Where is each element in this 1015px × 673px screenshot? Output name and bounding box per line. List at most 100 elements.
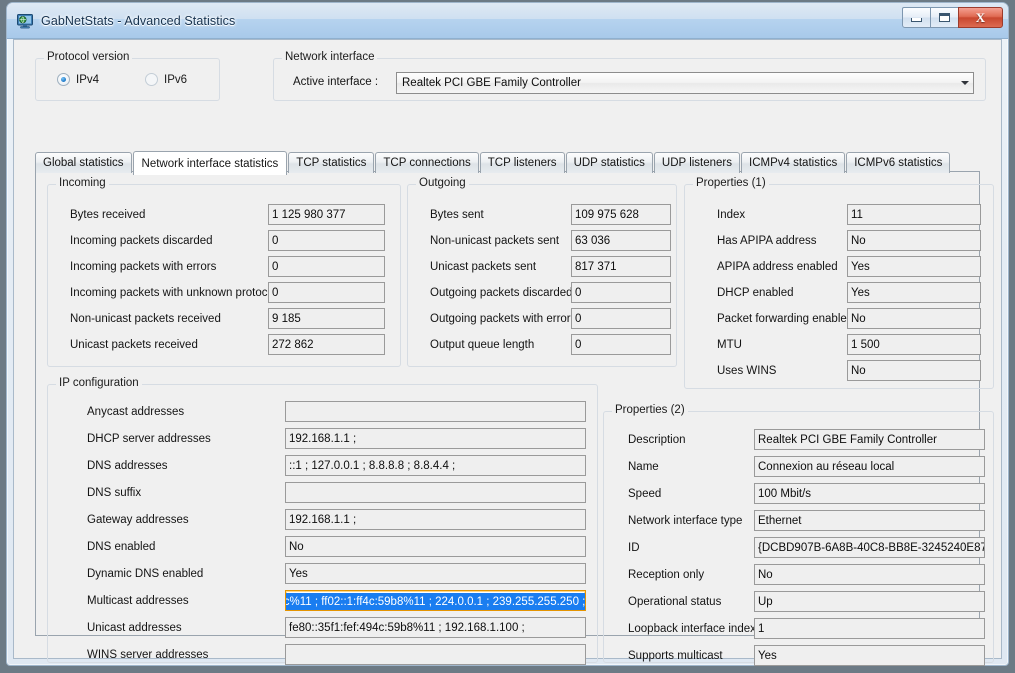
properties1-value-0[interactable]: 11 bbox=[847, 204, 981, 225]
ipconfig-value-dynamic-dns-enabled[interactable]: Yes bbox=[285, 563, 586, 584]
properties2-label-7: Loopback interface index bbox=[628, 623, 756, 635]
properties1-group: Properties (1) Index 11 Has APIPA addres… bbox=[684, 177, 994, 389]
properties2-value-loopback-interface-index[interactable]: 1 bbox=[754, 618, 985, 639]
properties1-legend: Properties (1) bbox=[693, 177, 769, 189]
properties2-value-name[interactable]: Connexion au réseau local bbox=[754, 456, 985, 477]
properties2-value-description[interactable]: Realtek PCI GBE Family Controller bbox=[754, 429, 985, 450]
ip-configuration-group: IP configuration Anycast addresses DHCP … bbox=[47, 377, 598, 665]
selected-text: 2::c%11 ; ff02::1:ff4c:59b8%11 ; 224.0.0… bbox=[286, 593, 585, 610]
properties2-label-1: Name bbox=[628, 461, 659, 473]
ip-configuration-legend: IP configuration bbox=[56, 377, 142, 389]
tab-page-network-interface-statistics: Incoming Bytes received 1 125 980 377 In… bbox=[35, 171, 994, 666]
incoming-label-1: Incoming packets discarded bbox=[70, 235, 213, 247]
ipconfig-value-dhcp-server-addresses[interactable]: 192.168.1.1 ; bbox=[285, 428, 586, 449]
properties1-label-2: APIPA address enabled bbox=[717, 261, 838, 273]
outgoing-value-1[interactable]: 63 036 bbox=[571, 230, 671, 251]
application-window: GabNetStats - Advanced Statistics X Prot… bbox=[6, 2, 1009, 666]
incoming-legend: Incoming bbox=[56, 177, 109, 189]
outgoing-label-1: Non-unicast packets sent bbox=[430, 235, 560, 247]
properties1-value-6[interactable]: No bbox=[847, 360, 981, 381]
incoming-value-5[interactable]: 272 862 bbox=[268, 334, 385, 355]
properties2-value-supports-multicast[interactable]: Yes bbox=[754, 645, 985, 666]
radio-ipv6[interactable]: IPv6 bbox=[145, 73, 187, 86]
radio-ipv4[interactable]: IPv4 bbox=[57, 73, 99, 86]
ipconfig-label-0: Anycast addresses bbox=[87, 406, 185, 418]
properties2-legend: Properties (2) bbox=[612, 404, 688, 416]
outgoing-value-2[interactable]: 817 371 bbox=[571, 256, 671, 277]
tab-icmpv6-statistics[interactable]: ICMPv6 statistics bbox=[846, 152, 951, 173]
properties1-label-5: MTU bbox=[717, 339, 742, 351]
ipconfig-label-7: Multicast addresses bbox=[87, 595, 189, 607]
tab-tcp-listeners[interactable]: TCP listeners bbox=[479, 152, 565, 173]
incoming-label-0: Bytes received bbox=[70, 209, 146, 221]
protocol-version-legend: Protocol version bbox=[44, 51, 133, 63]
maximize-button[interactable] bbox=[930, 7, 959, 28]
incoming-value-2[interactable]: 0 bbox=[268, 256, 385, 277]
incoming-group: Incoming Bytes received 1 125 980 377 In… bbox=[47, 177, 401, 367]
outgoing-label-2: Unicast packets sent bbox=[430, 261, 537, 273]
window-title: GabNetStats - Advanced Statistics bbox=[41, 14, 236, 28]
active-interface-combobox[interactable]: Realtek PCI GBE Family Controller bbox=[396, 72, 974, 94]
window-controls: X bbox=[902, 7, 1003, 28]
properties2-value-speed[interactable]: 100 Mbit/s bbox=[754, 483, 985, 504]
properties1-value-3[interactable]: Yes bbox=[847, 282, 981, 303]
tab-network-interface-statistics[interactable]: Network interface statistics bbox=[132, 151, 288, 175]
properties1-label-3: DHCP enabled bbox=[717, 287, 794, 299]
tab-icmpv4-statistics[interactable]: ICMPv4 statistics bbox=[741, 152, 846, 173]
properties2-value-reception-only[interactable]: No bbox=[754, 564, 985, 585]
tab-tcp-connections[interactable]: TCP connections bbox=[375, 152, 479, 173]
properties1-value-5[interactable]: 1 500 bbox=[847, 334, 981, 355]
ipconfig-label-4: Gateway addresses bbox=[87, 514, 189, 526]
outgoing-value-5[interactable]: 0 bbox=[571, 334, 671, 355]
titlebar[interactable]: GabNetStats - Advanced Statistics bbox=[7, 3, 1008, 39]
properties1-label-1: Has APIPA address bbox=[717, 235, 817, 247]
ipconfig-value-gateway-addresses[interactable]: 192.168.1.1 ; bbox=[285, 509, 586, 530]
outgoing-label-0: Bytes sent bbox=[430, 209, 484, 221]
network-interface-legend: Network interface bbox=[282, 51, 378, 63]
ipconfig-value-dns-addresses[interactable]: ::1 ; 127.0.0.1 ; 8.8.8.8 ; 8.8.4.4 ; bbox=[285, 455, 586, 476]
incoming-value-0[interactable]: 1 125 980 377 bbox=[268, 204, 385, 225]
tab-udp-listeners[interactable]: UDP listeners bbox=[653, 152, 741, 173]
chevron-down-icon[interactable] bbox=[956, 73, 973, 93]
ipconfig-value-dns-suffix[interactable] bbox=[285, 482, 586, 503]
incoming-label-2: Incoming packets with errors bbox=[70, 261, 217, 273]
ipconfig-value-wins-server-addresses[interactable] bbox=[285, 644, 586, 665]
ipconfig-value-dns-enabled[interactable]: No bbox=[285, 536, 586, 557]
radio-ipv6-label: IPv6 bbox=[164, 73, 188, 86]
outgoing-value-0[interactable]: 109 975 628 bbox=[571, 204, 671, 225]
radio-ipv6-indicator[interactable] bbox=[145, 73, 158, 86]
incoming-value-4[interactable]: 9 185 bbox=[268, 308, 385, 329]
properties2-value-operational-status[interactable]: Up bbox=[754, 591, 985, 612]
properties1-value-1[interactable]: No bbox=[847, 230, 981, 251]
outgoing-value-3[interactable]: 0 bbox=[571, 282, 671, 303]
ipconfig-label-8: Unicast addresses bbox=[87, 622, 182, 634]
active-interface-label: Active interface : bbox=[293, 76, 379, 88]
outgoing-legend: Outgoing bbox=[416, 177, 469, 189]
ipconfig-value-unicast-addresses[interactable]: fe80::35f1:fef:494c:59b8%11 ; 192.168.1.… bbox=[285, 617, 586, 638]
tab-global-statistics[interactable]: Global statistics bbox=[35, 152, 132, 173]
ipconfig-value-anycast-addresses[interactable] bbox=[285, 401, 586, 422]
outgoing-value-4[interactable]: 0 bbox=[571, 308, 671, 329]
ipconfig-value-multicast-addresses[interactable]: 2::c%11 ; ff02::1:ff4c:59b8%11 ; 224.0.0… bbox=[285, 590, 586, 611]
properties2-value-network-interface-type[interactable]: Ethernet bbox=[754, 510, 985, 531]
properties1-value-2[interactable]: Yes bbox=[847, 256, 981, 277]
properties1-value-4[interactable]: No bbox=[847, 308, 981, 329]
incoming-label-4: Non-unicast packets received bbox=[70, 313, 221, 325]
radio-ipv4-indicator[interactable] bbox=[57, 73, 70, 86]
incoming-value-3[interactable]: 0 bbox=[268, 282, 385, 303]
tab-tcp-statistics[interactable]: TCP statistics bbox=[288, 152, 375, 173]
ipconfig-label-6: Dynamic DNS enabled bbox=[87, 568, 204, 580]
monitor-globe-icon bbox=[16, 12, 34, 30]
ipconfig-label-3: DNS suffix bbox=[87, 487, 142, 499]
close-button[interactable]: X bbox=[958, 7, 1003, 28]
incoming-value-1[interactable]: 0 bbox=[268, 230, 385, 251]
tab-udp-statistics[interactable]: UDP statistics bbox=[565, 152, 653, 173]
properties2-value-id[interactable]: {DCBD907B-6A8B-40C8-BB8E-3245240E876A} bbox=[754, 537, 985, 558]
tab-strip[interactable]: Global statistics Network interface stat… bbox=[35, 150, 951, 175]
properties1-label-4: Packet forwarding enabled bbox=[717, 313, 854, 325]
properties2-label-8: Supports multicast bbox=[628, 650, 723, 662]
minimize-button[interactable] bbox=[902, 7, 931, 28]
outgoing-label-5: Output queue length bbox=[430, 339, 535, 351]
outgoing-group: Outgoing Bytes sent 109 975 628 Non-unic… bbox=[407, 177, 677, 367]
close-icon: X bbox=[975, 10, 986, 25]
